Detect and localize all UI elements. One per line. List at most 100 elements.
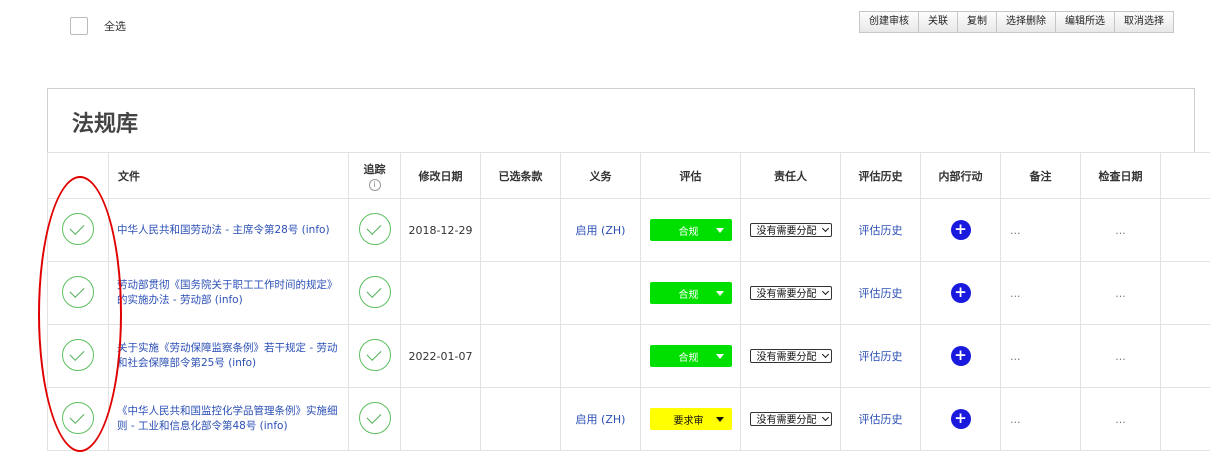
col-evaluation: 评估 bbox=[641, 153, 741, 199]
add-action-icon[interactable]: + bbox=[951, 220, 971, 240]
obligation-link[interactable]: 启用 (ZH) bbox=[561, 388, 641, 451]
tracking-check-icon[interactable] bbox=[359, 213, 391, 245]
notes-cell[interactable]: ... bbox=[1001, 262, 1081, 325]
table-row: 《中华人民共和国监控化学品管理条例》实施细则 - 工业和信息化部令第48号 (i… bbox=[48, 388, 1210, 451]
tracking-cell bbox=[349, 199, 401, 262]
modified-date: 2022-01-07 bbox=[401, 325, 481, 388]
chevron-down-icon bbox=[821, 287, 831, 299]
check-date-cell[interactable]: ... bbox=[1081, 388, 1161, 451]
document-link[interactable]: 《中华人民共和国监控化学品管理条例》实施细则 - 工业和信息化部令第48号 (i… bbox=[109, 388, 349, 451]
cancel-selection-button[interactable]: 取消选择 bbox=[1115, 11, 1174, 33]
check-date-cell[interactable]: ... bbox=[1081, 262, 1161, 325]
add-action-icon[interactable]: + bbox=[951, 409, 971, 429]
copy-button[interactable]: 复制 bbox=[958, 11, 997, 33]
modified-date bbox=[401, 388, 481, 451]
tracking-check-icon[interactable] bbox=[359, 276, 391, 308]
responsible-select[interactable]: 没有需要分配 bbox=[750, 223, 832, 237]
col-extra bbox=[1161, 153, 1210, 199]
evaluation-label: 合规 bbox=[662, 349, 716, 364]
notes-cell[interactable]: ... bbox=[1001, 199, 1081, 262]
internal-action-cell: + bbox=[921, 262, 1001, 325]
info-icon[interactable]: i bbox=[369, 179, 381, 191]
responsible-select[interactable]: 没有需要分配 bbox=[750, 286, 832, 300]
chevron-down-icon bbox=[821, 350, 831, 362]
delete-selected-button[interactable]: 选择删除 bbox=[997, 11, 1056, 33]
eval-history-link[interactable]: 评估历史 bbox=[841, 199, 921, 262]
eval-history-link[interactable]: 评估历史 bbox=[841, 388, 921, 451]
select-all[interactable]: 全选 bbox=[70, 17, 126, 35]
add-action-icon[interactable]: + bbox=[951, 346, 971, 366]
regulation-library-panel: 法规库 bbox=[47, 88, 1195, 152]
eval-history-link[interactable]: 评估历史 bbox=[841, 325, 921, 388]
col-tracking-label: 追踪 bbox=[349, 161, 400, 177]
evaluation-dropdown[interactable]: 合规 bbox=[650, 282, 732, 304]
check-date-cell[interactable]: ... bbox=[1081, 325, 1161, 388]
select-check-icon[interactable] bbox=[62, 339, 94, 371]
select-check-icon[interactable] bbox=[62, 213, 94, 245]
responsible-select[interactable]: 没有需要分配 bbox=[750, 412, 832, 426]
selected-clauses bbox=[481, 262, 561, 325]
caret-down-icon bbox=[716, 291, 724, 296]
responsible-select[interactable]: 没有需要分配 bbox=[750, 349, 832, 363]
col-modified-date: 修改日期 bbox=[401, 153, 481, 199]
row-select-cell[interactable] bbox=[48, 262, 109, 325]
tracking-cell bbox=[349, 325, 401, 388]
caret-down-icon bbox=[716, 228, 724, 233]
extra-cell bbox=[1161, 199, 1210, 262]
selected-clauses bbox=[481, 388, 561, 451]
document-link[interactable]: 中华人民共和国劳动法 - 主席令第28号 (info) bbox=[109, 199, 349, 262]
responsible-cell: 没有需要分配 bbox=[741, 325, 841, 388]
selected-clauses bbox=[481, 325, 561, 388]
extra-cell bbox=[1161, 325, 1210, 388]
select-check-icon[interactable] bbox=[62, 276, 94, 308]
regulation-table: 文件 追踪 i 修改日期 已选条款 义务 评估 责任人 评估历史 内部行动 备注… bbox=[47, 152, 1210, 451]
col-document: 文件 bbox=[109, 153, 349, 199]
tracking-cell bbox=[349, 262, 401, 325]
tracking-check-icon[interactable] bbox=[359, 339, 391, 371]
tracking-check-icon[interactable] bbox=[359, 402, 391, 434]
internal-action-cell: + bbox=[921, 388, 1001, 451]
col-tracking: 追踪 i bbox=[349, 153, 401, 199]
evaluation-cell: 合规 bbox=[641, 199, 741, 262]
col-obligation: 义务 bbox=[561, 153, 641, 199]
eval-history-link[interactable]: 评估历史 bbox=[841, 262, 921, 325]
evaluation-dropdown[interactable]: 合规 bbox=[650, 345, 732, 367]
col-check-date: 检查日期 bbox=[1081, 153, 1161, 199]
col-notes: 备注 bbox=[1001, 153, 1081, 199]
evaluation-cell: 合规 bbox=[641, 325, 741, 388]
responsible-value: 没有需要分配 bbox=[753, 223, 821, 237]
evaluation-dropdown[interactable]: 合规 bbox=[650, 219, 732, 241]
extra-cell bbox=[1161, 388, 1210, 451]
obligation-link[interactable] bbox=[561, 262, 641, 325]
add-action-icon[interactable]: + bbox=[951, 283, 971, 303]
table-row: 关于实施《劳动保障监察条例》若干规定 - 劳动和社会保障部令第25号 (info… bbox=[48, 325, 1210, 388]
modified-date: 2018-12-29 bbox=[401, 199, 481, 262]
check-date-cell[interactable]: ... bbox=[1081, 199, 1161, 262]
col-selected-clauses: 已选条款 bbox=[481, 153, 561, 199]
notes-cell[interactable]: ... bbox=[1001, 325, 1081, 388]
obligation-link[interactable]: 启用 (ZH) bbox=[561, 199, 641, 262]
document-link[interactable]: 关于实施《劳动保障监察条例》若干规定 - 劳动和社会保障部令第25号 (info… bbox=[109, 325, 349, 388]
caret-down-icon bbox=[716, 354, 724, 359]
responsible-cell: 没有需要分配 bbox=[741, 262, 841, 325]
select-check-icon[interactable] bbox=[62, 402, 94, 434]
internal-action-cell: + bbox=[921, 199, 1001, 262]
row-select-cell[interactable] bbox=[48, 199, 109, 262]
responsible-value: 没有需要分配 bbox=[753, 349, 821, 363]
link-button[interactable]: 关联 bbox=[919, 11, 958, 33]
notes-cell[interactable]: ... bbox=[1001, 388, 1081, 451]
evaluation-dropdown[interactable]: 要求审 bbox=[650, 408, 732, 430]
select-all-label: 全选 bbox=[104, 18, 126, 34]
edit-selected-button[interactable]: 编辑所选 bbox=[1056, 11, 1115, 33]
select-all-checkbox[interactable] bbox=[70, 17, 88, 35]
row-select-cell[interactable] bbox=[48, 325, 109, 388]
document-link[interactable]: 劳动部贯彻《国务院关于职工工作时间的规定》的实施办法 - 劳动部 (info) bbox=[109, 262, 349, 325]
create-audit-button[interactable]: 创建审核 bbox=[859, 11, 919, 33]
table-row: 劳动部贯彻《国务院关于职工工作时间的规定》的实施办法 - 劳动部 (info) … bbox=[48, 262, 1210, 325]
col-eval-history: 评估历史 bbox=[841, 153, 921, 199]
evaluation-label: 合规 bbox=[662, 286, 716, 301]
obligation-link[interactable] bbox=[561, 325, 641, 388]
row-select-cell[interactable] bbox=[48, 388, 109, 451]
col-internal-action: 内部行动 bbox=[921, 153, 1001, 199]
chevron-down-icon bbox=[821, 224, 831, 236]
